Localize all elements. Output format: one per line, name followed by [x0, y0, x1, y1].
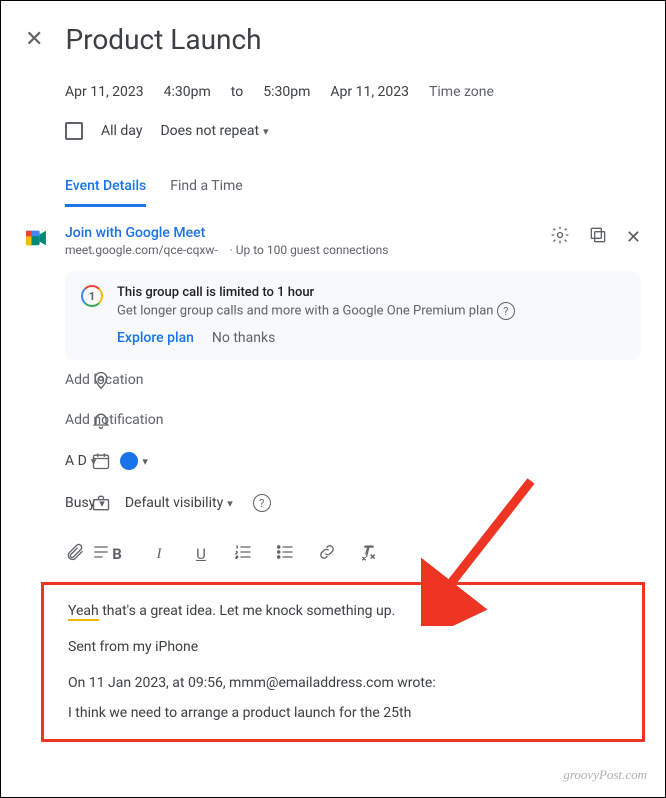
close-icon[interactable]: ✕ [25, 27, 43, 52]
underline-button[interactable]: U [191, 545, 211, 563]
start-date[interactable]: Apr 11, 2023 [65, 84, 144, 100]
briefcase-icon [89, 493, 113, 513]
watermark: groovyPost.com [563, 767, 647, 783]
allday-checkbox[interactable] [65, 122, 83, 140]
description-textarea[interactable]: Yeah that's a great idea. Let me knock s… [41, 582, 645, 742]
end-date[interactable]: Apr 11, 2023 [330, 84, 409, 100]
desc-line4: I think we need to arrange a product lau… [68, 705, 618, 721]
end-time[interactable]: 5:30pm [263, 84, 310, 100]
location-icon [89, 370, 113, 390]
no-thanks-button[interactable]: No thanks [212, 330, 275, 346]
desc-line1-word: Yeah [68, 603, 99, 621]
help-icon[interactable]: ? [497, 302, 515, 320]
italic-button[interactable]: I [149, 546, 169, 563]
timezone-link[interactable]: Time zone [429, 84, 494, 100]
numbered-list-button[interactable] [233, 542, 253, 566]
bullet-list-button[interactable] [275, 542, 295, 566]
promo-subtitle: Get longer group calls and more with a G… [117, 304, 493, 319]
event-title[interactable]: Product Launch [65, 23, 641, 56]
add-notification-field[interactable]: Add notification [65, 412, 164, 428]
recurrence-dropdown[interactable]: Does not repeat▾ [160, 123, 268, 139]
desc-line2: Sent from my iPhone [68, 639, 618, 655]
desc-line3: On 11 Jan 2023, at 09:56, mmm@emailaddre… [68, 675, 618, 691]
visibility-dropdown[interactable]: Default visibility▾ [125, 495, 233, 511]
calendar-icon [89, 451, 113, 471]
allday-label: All day [101, 123, 142, 139]
google-meet-icon [25, 229, 47, 251]
desc-line1-rest: that's a great idea. Let me knock someth… [99, 603, 396, 619]
tab-find-a-time[interactable]: Find a Time [170, 168, 243, 207]
remove-meet-icon[interactable]: ✕ [626, 227, 641, 248]
meet-guest-info: · Up to 100 guest connections [230, 243, 389, 257]
meet-url: meet.google.com/qce-cqxw- [65, 243, 218, 257]
google-one-icon: 1 [81, 285, 103, 307]
clear-format-button[interactable] [359, 542, 379, 566]
copy-icon[interactable] [588, 225, 608, 249]
color-selector[interactable]: ▾ [120, 452, 148, 470]
explore-plan-button[interactable]: Explore plan [117, 330, 194, 346]
promo-title: This group call is limited to 1 hour [117, 285, 515, 300]
description-icon [89, 542, 113, 562]
start-time[interactable]: 4:30pm [164, 84, 211, 100]
to-label: to [231, 84, 243, 100]
bell-icon [89, 410, 113, 430]
join-meet-link[interactable]: Join with Google Meet [65, 225, 550, 241]
time-row: Apr 11, 2023 4:30pm to 5:30pm Apr 11, 20… [65, 84, 641, 100]
tab-event-details[interactable]: Event Details [65, 168, 146, 207]
gear-icon[interactable] [550, 225, 570, 249]
link-button[interactable] [317, 542, 337, 566]
promo-banner: 1 This group call is limited to 1 hour G… [65, 271, 641, 360]
visibility-help-icon[interactable]: ? [253, 494, 271, 512]
attachment-icon[interactable] [65, 542, 85, 566]
